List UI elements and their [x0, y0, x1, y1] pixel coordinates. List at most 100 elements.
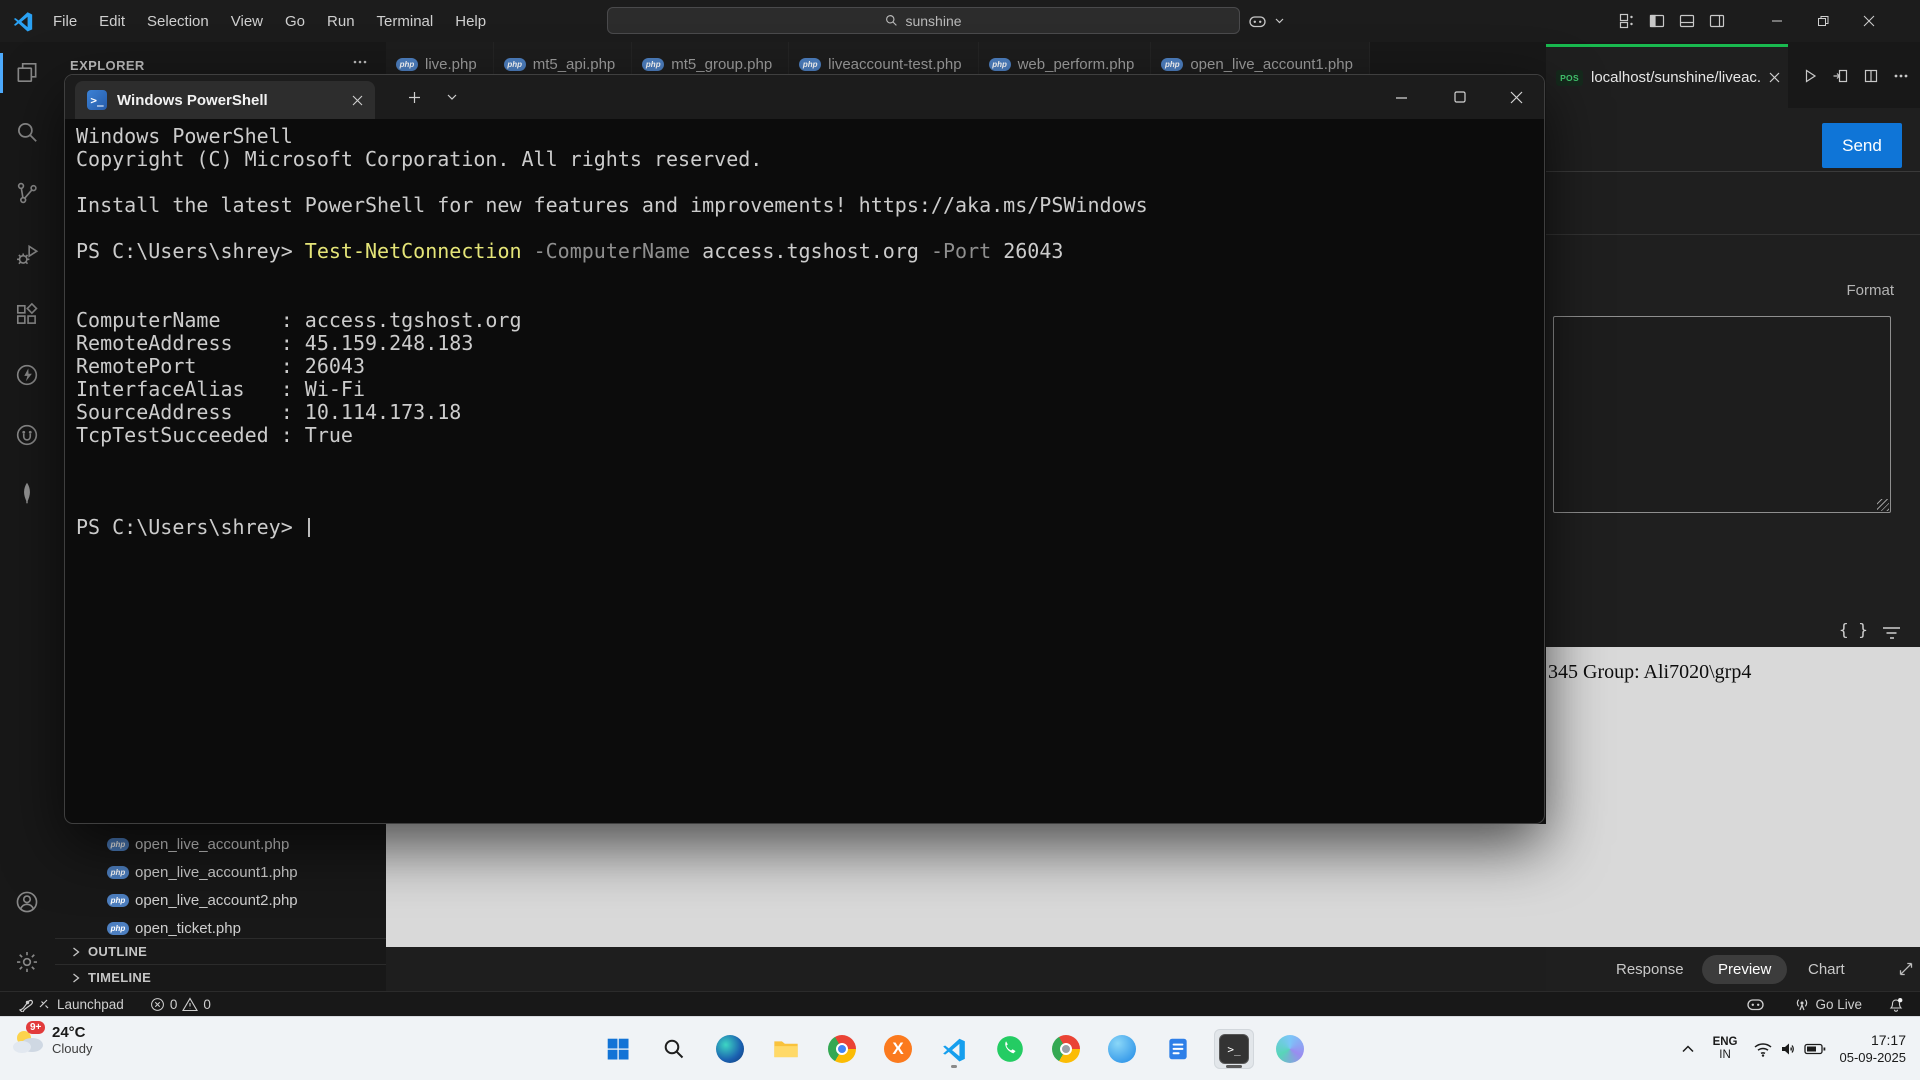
- window-minimize-icon[interactable]: [1378, 75, 1424, 119]
- copilot-status-icon[interactable]: [1741, 992, 1772, 1016]
- wifi-icon[interactable]: [1750, 1036, 1776, 1062]
- taskbar-edge-icon[interactable]: [710, 1029, 750, 1069]
- rocket-icon: [18, 996, 52, 1012]
- tab-dropdown-icon[interactable]: [429, 75, 475, 119]
- window-close-icon[interactable]: [1846, 0, 1892, 42]
- activity-explorer-icon[interactable]: [7, 53, 47, 93]
- taskbar-chrome-icon[interactable]: [822, 1029, 862, 1069]
- volume-icon[interactable]: [1776, 1036, 1802, 1062]
- menu-go[interactable]: Go: [276, 9, 314, 34]
- window-close-icon[interactable]: [1493, 75, 1539, 119]
- file-item[interactable]: phpopen_live_account1.php: [55, 858, 386, 886]
- notifications-bell-icon[interactable]: [1882, 992, 1910, 1016]
- window-minimize-icon[interactable]: [1754, 0, 1800, 42]
- editor-tab[interactable]: phpopen_live_account1.php: [1151, 42, 1370, 75]
- file-item[interactable]: phpopen_live_account.php: [55, 830, 386, 858]
- split-editor-icon[interactable]: [1864, 69, 1878, 83]
- response-tab-preview[interactable]: Preview: [1702, 955, 1787, 984]
- filter-icon[interactable]: [1882, 626, 1901, 640]
- taskbar-terminal-icon[interactable]: >_: [1214, 1029, 1254, 1069]
- activity-search-icon[interactable]: [7, 112, 47, 152]
- editor-tab[interactable]: phplive.php: [386, 42, 494, 75]
- sidebar-section-outline[interactable]: OUTLINE: [55, 938, 386, 964]
- battery-icon[interactable]: [1802, 1036, 1828, 1062]
- toggle-panel-icon[interactable]: [1672, 7, 1702, 35]
- menu-file[interactable]: File: [44, 9, 86, 34]
- rest-request-tab[interactable]: POS localhost/sunshine/liveac..: [1546, 44, 1788, 108]
- menu-view[interactable]: View: [222, 9, 272, 34]
- editor-tab[interactable]: phpmt5_group.php: [632, 42, 789, 75]
- customize-layout-icon[interactable]: [1612, 7, 1642, 35]
- activity-source-control-icon[interactable]: [7, 173, 47, 213]
- activity-account-icon[interactable]: [7, 882, 47, 922]
- search-icon: [885, 14, 898, 27]
- response-footer: Response Preview Chart: [1546, 947, 1920, 991]
- response-tab-chart[interactable]: Chart: [1808, 947, 1845, 991]
- toggle-sidebar-icon[interactable]: [1642, 7, 1672, 35]
- chevron-down-icon[interactable]: [1275, 18, 1284, 24]
- taskbar-file-explorer-icon[interactable]: [766, 1029, 806, 1069]
- php-icon: php: [989, 58, 1011, 71]
- taskbar-notepad-icon[interactable]: [1158, 1029, 1198, 1069]
- sidebar-section-timeline[interactable]: TIMELINE: [55, 964, 386, 990]
- format-button[interactable]: Format: [1846, 282, 1894, 299]
- explorer-more-actions-icon[interactable]: [352, 54, 368, 70]
- terminal-output[interactable]: Windows PowerShellCopyright (C) Microsof…: [76, 125, 1531, 539]
- editor-tab[interactable]: phpliveaccount-test.php: [789, 42, 978, 75]
- more-actions-icon[interactable]: [1894, 74, 1908, 78]
- live-preview-background: [386, 824, 1546, 947]
- menu-edit[interactable]: Edit: [90, 9, 134, 34]
- menu-run[interactable]: Run: [318, 9, 364, 34]
- weather-widget[interactable]: 9+ 24°C Cloudy: [10, 1025, 92, 1057]
- taskbar-start-icon[interactable]: [598, 1029, 638, 1069]
- copilot-icon[interactable]: [1243, 7, 1273, 35]
- taskbar-copilot-icon[interactable]: [1270, 1029, 1310, 1069]
- activity-settings-icon[interactable]: [7, 942, 47, 982]
- format-json-icon[interactable]: { }: [1839, 620, 1868, 639]
- menu-terminal[interactable]: Terminal: [368, 9, 443, 34]
- taskbar-chrome-profile-icon[interactable]: [1046, 1029, 1086, 1069]
- clock[interactable]: 17:17 05-09-2025: [1840, 1031, 1907, 1067]
- run-icon[interactable]: [1803, 69, 1817, 83]
- taskbar-xampp-icon[interactable]: X: [878, 1029, 918, 1069]
- powershell-tab[interactable]: >_ Windows PowerShell: [75, 81, 375, 119]
- activity-run-debug-icon[interactable]: [7, 235, 47, 275]
- php-icon: php: [642, 58, 664, 71]
- editor-tab[interactable]: php mt5_api.php: [494, 42, 633, 75]
- tab-close-icon[interactable]: [1769, 72, 1780, 83]
- window-restore-icon[interactable]: [1800, 0, 1846, 42]
- activity-remote-explorer-icon[interactable]: [7, 415, 47, 455]
- launchpad-button[interactable]: Launchpad: [12, 992, 130, 1016]
- powershell-titlebar[interactable]: >_ Windows PowerShell: [65, 75, 1544, 119]
- powershell-window[interactable]: >_ Windows PowerShell Windows PowerShell…: [64, 74, 1545, 824]
- tab-close-icon[interactable]: [352, 95, 363, 106]
- toggle-secondary-sidebar-icon[interactable]: [1702, 7, 1732, 35]
- taskbar-search-icon[interactable]: [654, 1029, 694, 1069]
- open-changes-icon[interactable]: [1833, 69, 1848, 83]
- file-item[interactable]: phpopen_live_account2.php: [55, 886, 386, 914]
- hidden-icons-chevron[interactable]: [1675, 1036, 1701, 1062]
- go-live-button[interactable]: Go Live: [1788, 992, 1868, 1016]
- file-name: open_live_account.php: [135, 836, 289, 853]
- send-button[interactable]: Send: [1822, 123, 1902, 168]
- activity-extensions-icon[interactable]: [7, 295, 47, 335]
- window-maximize-icon[interactable]: [1437, 75, 1483, 119]
- taskbar-whatsapp-icon[interactable]: [990, 1029, 1030, 1069]
- search-input[interactable]: sunshine: [607, 7, 1240, 34]
- expand-icon[interactable]: [1898, 961, 1914, 977]
- activity-mongodb-icon[interactable]: [7, 473, 47, 513]
- response-tab-response[interactable]: Response: [1616, 947, 1684, 991]
- language-indicator[interactable]: ENG IN: [1713, 1036, 1738, 1062]
- problems-button[interactable]: 0 0: [144, 992, 217, 1016]
- activity-thunder-client-icon[interactable]: [7, 355, 47, 395]
- resize-grip[interactable]: [1877, 499, 1889, 511]
- php-icon: php: [504, 58, 526, 71]
- menu-selection[interactable]: Selection: [138, 9, 218, 34]
- url-input[interactable]: [1546, 108, 1812, 172]
- request-body-textarea[interactable]: [1553, 316, 1891, 513]
- menu-help[interactable]: Help: [446, 9, 495, 34]
- editor-tab-label: mt5_api.php: [533, 56, 616, 73]
- taskbar-blue-app-icon[interactable]: [1102, 1029, 1142, 1069]
- editor-tab[interactable]: phpweb_perform.php: [979, 42, 1152, 75]
- taskbar-vscode-icon[interactable]: [934, 1029, 974, 1069]
